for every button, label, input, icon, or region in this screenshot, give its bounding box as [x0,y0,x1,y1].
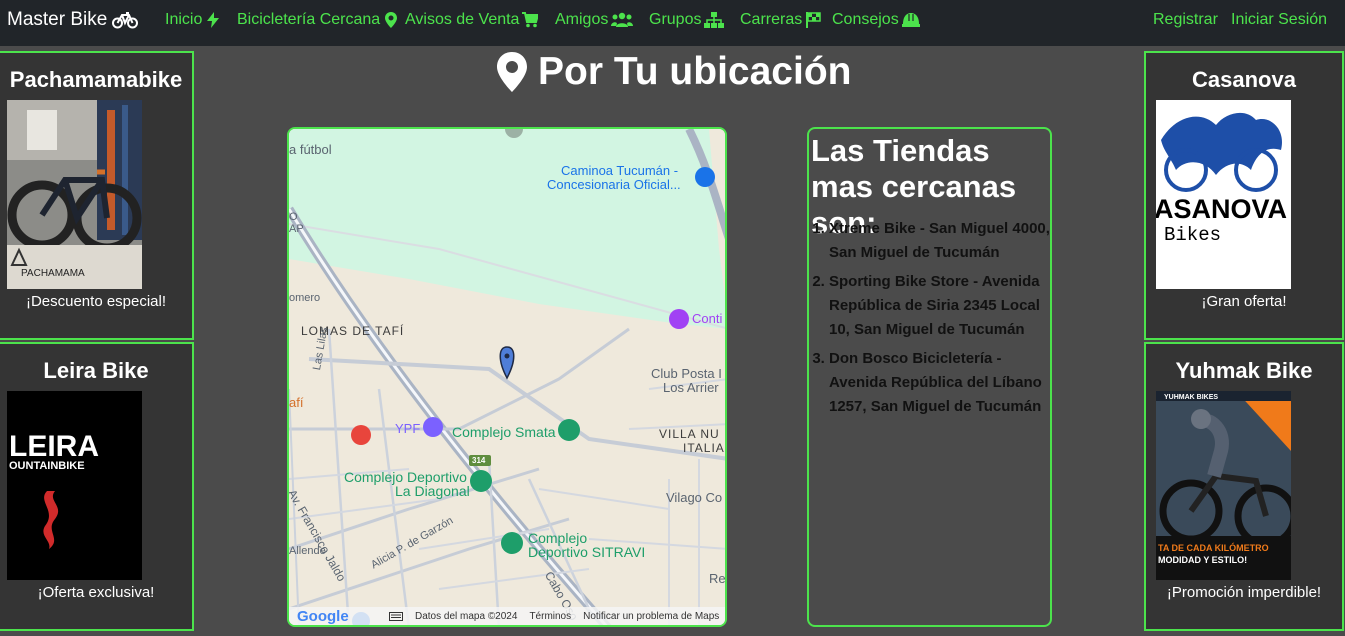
ad-caption: ¡Descuento especial! [25,293,167,310]
nav-grupos[interactable]: Grupos [649,11,725,29]
login-link[interactable]: Iniciar Sesión [1231,11,1327,29]
nav-amigos-label: Amigos [555,11,609,28]
ad-image[interactable]: LEIRA OUNTAINBIKE [7,391,142,580]
map-label: Complejo Smata [452,424,556,440]
ad-caption: ¡Gran oferta! [1201,293,1287,310]
users-icon [611,12,634,27]
checkered-flag-icon [806,12,821,28]
nav-bicicleteria-cercana[interactable]: Bicicletería Cercana [237,11,399,29]
store-item: Xtreme Bike - San Miguel 4000, San Migue… [829,217,1051,265]
ad-promo-2: MODIDAD Y ESTILO! [1158,555,1247,565]
map-label: omero [289,292,321,304]
ad-caption: ¡Promoción imperdible! [1166,584,1322,601]
ad-yuhmak-bike[interactable]: Yuhmak Bike YUHMAK BIKES TA DE CADA KILÓ… [1144,342,1344,631]
map-label: Conti [692,311,723,326]
register-label: Registrar [1153,11,1218,28]
ad-pachamamabike[interactable]: Pachamamabike PACHAMAMA ¡Descuento espec… [0,51,194,340]
ad-image[interactable]: ASANOVA Bikes [1156,100,1291,289]
map-label: La Diagonal [395,483,470,499]
ad-title: Yuhmak Bike [1175,358,1313,383]
map-label: O [289,211,298,223]
map-label: VILLA NU [659,427,720,441]
login-label: Iniciar Sesión [1231,11,1328,28]
map-label: AP [289,223,304,235]
map-pin-icon [385,12,398,28]
helmet-icon [901,13,920,27]
map-report-link[interactable]: Notificar un problema de Maps [583,611,719,622]
map-label: Los Arrier [663,380,719,395]
ad-image[interactable]: YUHMAK BIKES TA DE CADA KILÓMETRO MODIDA… [1156,391,1291,580]
map-label: Re [709,571,726,586]
ad-promo-1: TA DE CADA KILÓMETRO [1158,542,1269,553]
map-label: YPF [395,421,421,436]
ad-logo-sub: Bikes [1164,224,1221,246]
map-data-credit: Datos del mapa ©2024 [415,610,518,622]
map-footer: Google Datos del mapa ©2024 Términos Not… [289,607,725,625]
ad-logo-text: ASANOVA [1156,194,1287,224]
ad-title: Casanova [1192,67,1296,92]
map-route-label: 314 [472,456,486,465]
ad-image[interactable]: PACHAMAMA [7,100,142,289]
nav-grupos-label: Grupos [649,11,702,28]
map-label: Deportivo SITRAVI [528,544,646,560]
bicycle-icon [112,12,139,29]
stores-list: Xtreme Bike - San Miguel 4000, San Migue… [829,217,1051,424]
google-logo: Google [297,607,349,625]
sitemap-icon [704,12,725,28]
nav-avisos-venta[interactable]: Avisos de Venta [405,11,539,29]
map-label: Caminoa Tucumán - [561,163,679,178]
map-label: a fútbol [289,142,332,157]
nav-consejos[interactable]: Consejos [832,11,920,29]
map-pin-icon [497,52,527,92]
ad-title: Leira Bike [43,358,149,383]
nav-bicicleteria-label: Bicicletería Cercana [237,11,381,28]
bolt-icon [207,12,220,28]
nearest-stores-panel: Las Tiendas mas cercanas son: Xtreme Bik… [807,127,1052,627]
map-label: afí [289,395,304,410]
ad-leira-bike[interactable]: Leira Bike LEIRA OUNTAINBIKE ¡Oferta exc… [0,342,194,631]
page-title: Por Tu ubicación [496,50,851,94]
nav-avisos-label: Avisos de Venta [405,11,520,28]
keyboard-icon[interactable] [389,611,403,621]
nav-amigos[interactable]: Amigos [555,11,634,29]
map-label: ITALIA [683,441,725,455]
map-label: Club Posta I [651,366,722,381]
map-label: Vilago Co [666,490,723,505]
ad-logo-text: YUHMAK BIKES [1164,394,1218,401]
ad-logo-text: PACHAMAMA [21,268,85,279]
ad-casanova[interactable]: Casanova ASANOVA Bikes ¡Gran oferta! [1144,51,1344,340]
brand-label: Master Bike [7,9,108,30]
nav-carreras[interactable]: Carreras [740,11,821,29]
ad-logo-text: LEIRA [9,430,99,463]
map-terms-link[interactable]: Términos [529,611,571,622]
store-item: Don Bosco Bicicletería - Avenida Repúbli… [829,347,1051,419]
ad-logo-sub: OUNTAINBIKE [9,460,85,472]
nav-inicio[interactable]: Inicio [165,11,221,29]
shopping-cart-icon [522,12,539,28]
brand[interactable]: Master Bike [7,9,139,31]
navbar: Master Bike Inicio Bicicletería Cercana … [0,0,1345,46]
nav-carreras-label: Carreras [740,11,803,28]
location-map[interactable]: a fútbol Caminoa Tucumán - Concesionaria… [287,127,727,627]
map-label: Allende [289,545,326,557]
page-title-text: Por Tu ubicación [538,50,852,93]
store-item: Sporting Bike Store - Avenida República … [829,270,1051,342]
register-link[interactable]: Registrar [1153,11,1218,29]
ad-title: Pachamamabike [9,67,183,92]
nav-consejos-label: Consejos [832,11,899,28]
nav-inicio-label: Inicio [165,11,203,28]
map-label: Concesionaria Oficial... [547,177,681,192]
ad-caption: ¡Oferta exclusiva! [37,584,155,601]
